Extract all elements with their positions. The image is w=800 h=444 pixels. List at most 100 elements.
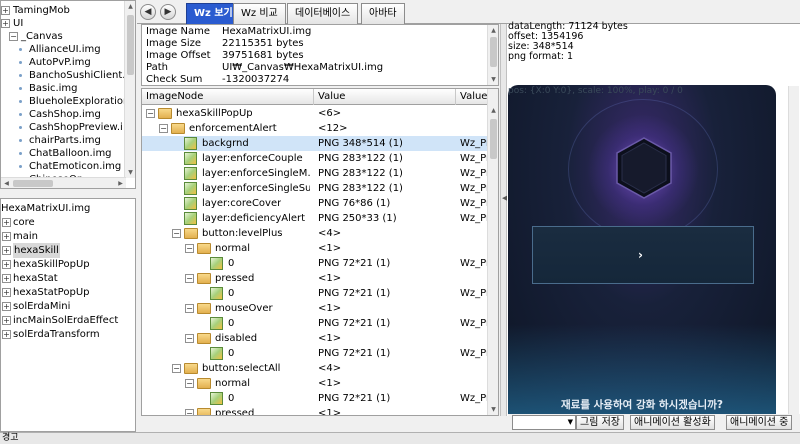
column-header-imagenode[interactable]: ImageNode bbox=[142, 89, 314, 105]
collapse-icon[interactable]: − bbox=[172, 229, 181, 238]
grid-row[interactable]: − normal <1> bbox=[142, 376, 488, 391]
grid-row[interactable]: backgrnd PNG 348*514 (1) Wz_Pr bbox=[142, 136, 490, 151]
grid-row[interactable]: − enforcementAlert <12> bbox=[142, 121, 488, 136]
collapse-icon[interactable]: − bbox=[159, 124, 168, 133]
save-image-button[interactable]: 그림 저장 bbox=[576, 415, 624, 430]
folder-icon bbox=[197, 273, 211, 284]
collapse-icon[interactable]: − bbox=[185, 244, 194, 253]
animation-stop-button[interactable]: 애니메이션 중 bbox=[726, 415, 793, 430]
grid-row[interactable]: layer:enforceCouple PNG 283*122 (1) Wz_Pr bbox=[142, 151, 491, 166]
node-name: pressed bbox=[215, 408, 255, 416]
image-node-tree[interactable]: HexaMatrixUI.img + core + main + hexaSkill + he… bbox=[0, 198, 136, 432]
grid-row[interactable]: − button:levelPlus <4> bbox=[142, 226, 488, 241]
collapse-icon[interactable]: − bbox=[185, 334, 194, 343]
scroll-up-icon[interactable]: ▲ bbox=[488, 105, 498, 116]
grid-row[interactable]: − disabled <1> bbox=[142, 331, 488, 346]
grid-row[interactable]: − pressed <1> bbox=[142, 271, 488, 286]
grid-row[interactable]: 0 PNG 72*21 (1) Wz_Pr bbox=[142, 286, 490, 301]
grid-row[interactable]: layer:coreCover PNG 76*86 (1) Wz_Pr bbox=[142, 196, 490, 211]
tree-leaf-icon bbox=[19, 126, 22, 129]
grid-row[interactable]: layer:enforceSingleSub PNG 283*122 (1) Wz_… bbox=[142, 181, 490, 196]
expand-icon[interactable]: + bbox=[2, 330, 11, 339]
grid-row[interactable]: 0 PNG 72*21 (1) Wz_Pr bbox=[142, 256, 491, 271]
back-button[interactable]: ◀ bbox=[140, 4, 156, 20]
frame-select-combo[interactable]: ▼ bbox=[512, 415, 576, 430]
node-name: pressed bbox=[215, 273, 255, 284]
grid-row[interactable]: − normal <1> bbox=[142, 241, 488, 256]
main-toolbar: ◀ ▶ Wz 보기 Wz 비교 데이터베이스 아바타 bbox=[137, 0, 800, 24]
expand-icon[interactable]: + bbox=[2, 316, 11, 325]
node-name: disabled bbox=[215, 333, 258, 344]
scroll-down-icon[interactable]: ▼ bbox=[488, 404, 498, 415]
column-header-value2[interactable]: Value bbox=[456, 89, 488, 105]
expand-icon[interactable]: + bbox=[2, 302, 11, 311]
expand-icon[interactable]: + bbox=[2, 260, 11, 269]
scroll-thumb[interactable] bbox=[127, 15, 134, 75]
collapse-icon[interactable]: − bbox=[172, 364, 181, 373]
grid-row[interactable]: 0 PNG 72*21 (1) Wz_Pr bbox=[142, 391, 490, 406]
scroll-left-icon[interactable]: ◀ bbox=[1, 178, 12, 188]
forward-button[interactable]: ▶ bbox=[160, 4, 176, 20]
scroll-thumb[interactable] bbox=[490, 119, 497, 159]
node-value: <1> bbox=[318, 408, 342, 416]
grid-row[interactable]: − hexaSkillPopUp <6> bbox=[142, 106, 488, 121]
scroll-down-icon[interactable]: ▼ bbox=[488, 74, 498, 85]
grid-row[interactable]: layer:enforceSingleM… PNG 283*122 (1) Wz_P… bbox=[142, 166, 490, 181]
wz-file-tree[interactable]: + TamingMob + UI − _Canvas AllianceUI.img AutoP… bbox=[0, 0, 136, 189]
property-key: Image Offset bbox=[146, 50, 211, 61]
back-arrow-icon: ◀ bbox=[144, 7, 152, 17]
node-value: PNG 72*21 (1) bbox=[318, 318, 391, 329]
scroll-thumb[interactable] bbox=[490, 37, 497, 67]
expand-icon[interactable]: + bbox=[1, 6, 10, 15]
scroll-down-icon[interactable]: ▼ bbox=[125, 167, 135, 178]
expand-icon[interactable]: + bbox=[2, 274, 11, 283]
node-name: backgrnd bbox=[202, 138, 249, 149]
props-vscroll[interactable]: ▲ ▼ bbox=[487, 25, 498, 85]
tree-leaf-icon bbox=[19, 152, 22, 155]
tree-top-vscroll[interactable]: ▲ ▼ bbox=[124, 1, 135, 178]
collapse-icon[interactable]: − bbox=[146, 109, 155, 118]
preview-position-readout: pos: {X:0 Y:0}, scale: 100%, play: 0 / 0 bbox=[508, 86, 683, 96]
tab-2[interactable]: 데이터베이스 bbox=[287, 3, 359, 24]
image-tree-item-label: hexaStatPopUp bbox=[13, 287, 90, 298]
node-value: PNG 72*21 (1) bbox=[318, 348, 391, 359]
scroll-right-icon[interactable]: ▶ bbox=[115, 178, 126, 188]
expand-icon[interactable]: + bbox=[2, 218, 11, 227]
grid-vscroll[interactable]: ▲ ▼ bbox=[487, 89, 498, 415]
node-value2: Wz_Pr bbox=[460, 153, 491, 164]
tree-top-hscroll[interactable]: ◀ ▶ bbox=[1, 177, 126, 188]
grid-row[interactable]: layer:deficiencyAlert PNG 250*33 (1) Wz_Pr bbox=[142, 211, 490, 226]
collapse-icon[interactable]: − bbox=[185, 274, 194, 283]
tab-3[interactable]: 아바타 bbox=[361, 3, 405, 24]
column-header-value[interactable]: Value bbox=[314, 89, 456, 105]
panel-splitter[interactable]: ◀ bbox=[500, 24, 507, 416]
collapse-icon[interactable]: − bbox=[185, 379, 194, 388]
image-node-grid[interactable]: ImageNode Value Value − hexaSkillPopUp <6>… bbox=[141, 88, 499, 416]
node-name: normal bbox=[215, 378, 251, 389]
node-value2: Wz_Pr bbox=[460, 258, 491, 269]
grid-row[interactable]: 0 PNG 72*21 (1) Wz_Pr bbox=[142, 346, 490, 361]
grid-row[interactable]: − pressed <1> bbox=[142, 406, 488, 416]
scroll-up-icon[interactable]: ▲ bbox=[125, 1, 135, 12]
expand-icon[interactable]: + bbox=[1, 19, 10, 28]
grid-row[interactable]: 0 PNG 72*21 (1) Wz_Pr bbox=[142, 316, 490, 331]
grid-row[interactable]: − mouseOver <1> bbox=[142, 301, 488, 316]
expand-icon[interactable]: + bbox=[2, 232, 11, 241]
node-name: layer:enforceSingleSub bbox=[202, 183, 310, 194]
expand-icon[interactable]: + bbox=[2, 288, 11, 297]
node-value: <1> bbox=[318, 243, 342, 254]
folder-icon bbox=[197, 378, 211, 389]
preview-vscroll[interactable] bbox=[788, 86, 799, 414]
tab-1[interactable]: Wz 비교 bbox=[233, 3, 286, 24]
collapse-icon[interactable]: − bbox=[185, 409, 194, 415]
collapse-icon[interactable]: − bbox=[9, 32, 18, 41]
property-value: UI₩_Canvas₩HexaMatrixUI.img bbox=[222, 62, 384, 73]
grid-row[interactable]: − button:selectAll <4> bbox=[142, 361, 488, 376]
node-value: PNG 72*21 (1) bbox=[318, 288, 391, 299]
scroll-up-icon[interactable]: ▲ bbox=[488, 25, 498, 36]
enable-animation-button[interactable]: 애니메이션 활성화 bbox=[630, 415, 715, 430]
expand-icon[interactable]: + bbox=[2, 246, 11, 255]
scroll-thumb[interactable] bbox=[13, 180, 53, 187]
collapse-icon[interactable]: − bbox=[185, 304, 194, 313]
node-name: hexaSkillPopUp bbox=[176, 108, 253, 119]
